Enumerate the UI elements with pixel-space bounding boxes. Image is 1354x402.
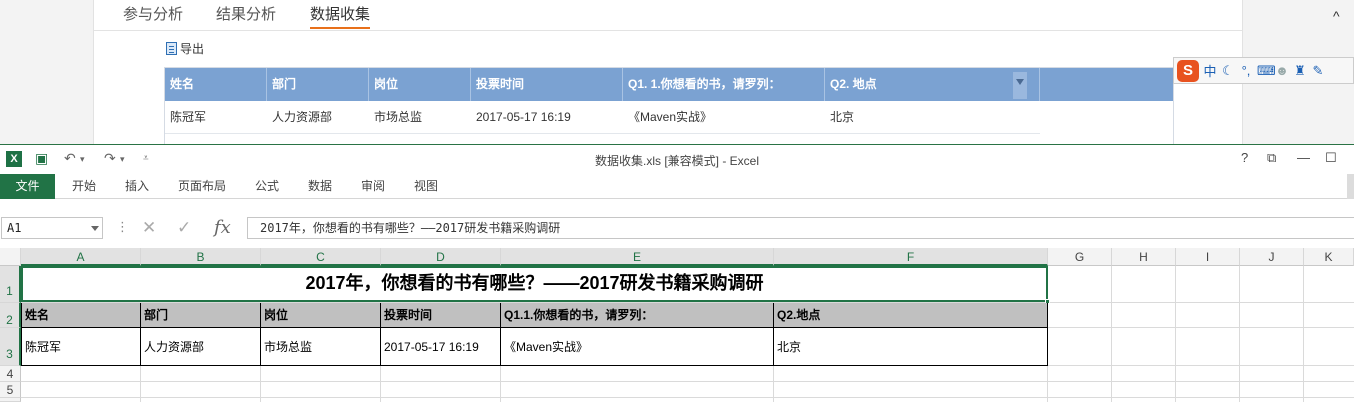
window-title: 数据收集.xls [兼容模式] - Excel [594,154,759,168]
gridline [21,397,1354,398]
grid-header-q1[interactable]: Q1. 1.你想看的书，请罗列： [623,68,825,101]
data-cell-q2[interactable]: 北京 [774,328,1048,366]
row-header-5[interactable]: 5 [0,382,21,398]
tab-page-layout[interactable]: 页面布局 [178,174,226,199]
ime-mode-label[interactable]: 中 [1203,61,1217,80]
tab-data-collection[interactable]: 数据收集 [310,5,371,29]
cancel-icon[interactable]: ✕ [142,217,156,239]
column-header-e[interactable]: E [501,248,774,266]
collapse-icon[interactable]: ^ [1333,8,1340,24]
grid-header-vote-time[interactable]: 投票时间 [471,68,623,101]
grid-header-name[interactable]: 姓名 [165,68,267,101]
tab-file[interactable]: 文件 [0,174,55,199]
user-icon[interactable]: ☻ [1275,63,1289,78]
grid-header-q2[interactable]: Q2. 地点 [825,68,1040,101]
shirt-icon[interactable]: ♜ [1293,63,1307,79]
column-header-d[interactable]: D [381,248,501,266]
column-header-c[interactable]: C [261,248,381,266]
grid-cell-vote-time: 2017-05-17 16:19 [476,110,571,124]
header-cell-dept[interactable]: 部门 [141,303,261,328]
title-bar: X ▣ ↶ ▾ ↷ ▾ ⩡ 数据收集.xls [兼容模式] - Excel ? … [0,145,1354,173]
column-header-j[interactable]: J [1240,248,1304,266]
sogou-logo-icon[interactable]: S [1177,59,1199,82]
column-header-i[interactable]: I [1176,248,1240,266]
sheet-title-cell[interactable]: 2017年，你想看的书有哪些？——2017研发书籍采购调研 [21,266,1050,304]
tab-view[interactable]: 视图 [414,174,438,199]
gridline [21,381,1354,382]
web-page: 参与分析 结果分析 数据收集 ^ 导出 姓名 部门 岗位 投票时间 Q1. 1.… [0,0,1354,147]
header-cell-name[interactable]: 姓名 [21,303,141,328]
header-cell-vote-time[interactable]: 投票时间 [381,303,501,328]
ribbon-tabs: 文件 开始 插入 页面布局 公式 数据 审阅 视图 [0,174,1354,199]
more-icon[interactable]: ⋮ [116,219,129,235]
data-cell-q1[interactable]: 《Maven实战》 [501,328,774,366]
column-header-a[interactable]: A [21,248,141,266]
header-cell-q1[interactable]: Q1.1.你想看的书，请罗列： [501,303,774,328]
ribbon-display-icon[interactable]: ⧉ [1267,150,1276,166]
header-cell-position[interactable]: 岗位 [261,303,381,328]
left-gutter [0,0,94,146]
ribbon-scrollbar[interactable] [1347,174,1354,199]
chevron-down-icon[interactable] [91,226,99,231]
row-header-4[interactable]: 4 [0,366,21,382]
enter-icon[interactable]: ✓ [177,217,191,239]
maximize-icon[interactable]: ☐ [1325,150,1337,166]
column-header-g[interactable]: G [1048,248,1112,266]
grid-header-dept[interactable]: 部门 [267,68,369,101]
analysis-tabs: 参与分析 结果分析 数据收集 [94,0,1242,31]
column-header-f[interactable]: F [774,248,1048,266]
export-icon [166,42,177,55]
header-cell-q2[interactable]: Q2.地点 [774,303,1048,328]
sheet-title: 2017年，你想看的书有哪些？——2017研发书籍采购调研 [305,273,764,293]
wrench-icon[interactable]: ✎ [1311,63,1325,79]
minimize-icon[interactable]: — [1297,150,1310,165]
worksheet[interactable]: A B C D E F G H I J K 1 2 3 4 5 2017年，你想… [0,248,1354,402]
tab-insert[interactable]: 插入 [125,174,149,199]
formula-bar: A1 ⋮ ✕ ✓ fx 2017年，你想看的书有哪些？——2017研发书籍采购调… [0,215,1354,241]
data-cell-dept[interactable]: 人力资源部 [141,328,261,366]
tab-home[interactable]: 开始 [72,174,96,199]
tab-data[interactable]: 数据 [308,174,332,199]
grid-row[interactable]: 陈冠军 人力资源部 市场总监 2017-05-17 16:19 《Maven实战… [165,101,1040,134]
data-cell-position[interactable]: 市场总监 [261,328,381,366]
grid-cell-dept: 人力资源部 [272,110,333,124]
help-icon[interactable]: ? [1241,150,1248,165]
grid-header-position[interactable]: 岗位 [369,68,471,101]
grid-cell-name: 陈冠军 [170,110,207,124]
grid-cell-q1: 《Maven实战》 [628,110,713,124]
row-header-1[interactable]: 1 [0,266,21,303]
grid-cell-q2: 北京 [830,110,855,124]
ime-toolbar: S 中 ☾ °, ⌨ ☻ ♜ ✎ [1173,57,1354,84]
column-menu-icon[interactable] [1013,72,1027,99]
row-header-2[interactable]: 2 [0,303,21,328]
results-grid: 姓名 部门 岗位 投票时间 Q1. 1.你想看的书，请罗列： Q2. 地点 陈冠… [164,67,1174,147]
row-header-6[interactable] [0,398,21,402]
data-cell-name[interactable]: 陈冠军 [21,328,141,366]
grid-header: 姓名 部门 岗位 投票时间 Q1. 1.你想看的书，请罗列： Q2. 地点 [165,68,1173,101]
select-all-corner[interactable] [0,248,21,266]
grid-cell-position: 市场总监 [374,110,423,124]
name-box[interactable]: A1 [1,217,103,239]
excel-window: X ▣ ↶ ▾ ↷ ▾ ⩡ 数据收集.xls [兼容模式] - Excel ? … [0,144,1354,402]
moon-icon[interactable]: ☾ [1221,63,1235,79]
column-header-h[interactable]: H [1112,248,1176,266]
row-header-3[interactable]: 3 [0,328,21,366]
data-cell-vote-time[interactable]: 2017-05-17 16:19 [381,328,501,366]
insert-function-icon[interactable]: fx [214,217,231,239]
export-label: 导出 [180,42,205,56]
tab-formulas[interactable]: 公式 [255,174,279,199]
tab-results[interactable]: 结果分析 [216,5,276,29]
tab-review[interactable]: 审阅 [361,174,385,199]
export-button[interactable]: 导出 [166,40,204,57]
tab-participation[interactable]: 参与分析 [123,5,183,29]
keyboard-icon[interactable]: ⌨ [1257,63,1276,79]
name-box-value: A1 [7,221,22,235]
formula-input[interactable]: 2017年，你想看的书有哪些？——2017研发书籍采购调研 [247,217,1354,239]
column-header-k[interactable]: K [1304,248,1354,266]
punctuation-icon[interactable]: °, [1239,63,1253,78]
column-header-b[interactable]: B [141,248,261,266]
